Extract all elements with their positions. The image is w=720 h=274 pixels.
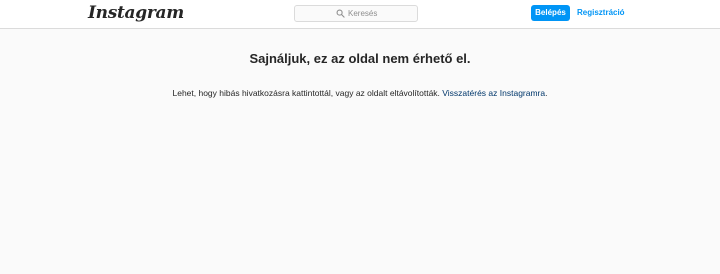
login-button[interactable]: Belépés [531,5,570,21]
instagram-logo[interactable]: Instagram [88,3,184,23]
top-navigation-bar: Instagram Belépés Regisztráció [0,0,720,29]
error-message-text: Lehet, hogy hibás hivatkozásra kattintot… [172,88,443,98]
signup-link[interactable]: Regisztráció [577,5,625,21]
search-box[interactable] [294,5,418,22]
search-input[interactable] [348,7,408,20]
back-to-instagram-link[interactable]: Visszatérés az Instagramra [442,88,545,98]
search-inner [336,6,408,21]
error-message-end: . [545,88,548,98]
error-message: Lehet, hogy hibás hivatkozásra kattintot… [0,87,720,99]
search-icon [336,9,345,18]
page-title: Sajnáljuk, ez az oldal nem érhető el. [249,51,471,66]
error-page-content: Sajnáljuk, ez az oldal nem érhető el. Le… [0,29,720,99]
